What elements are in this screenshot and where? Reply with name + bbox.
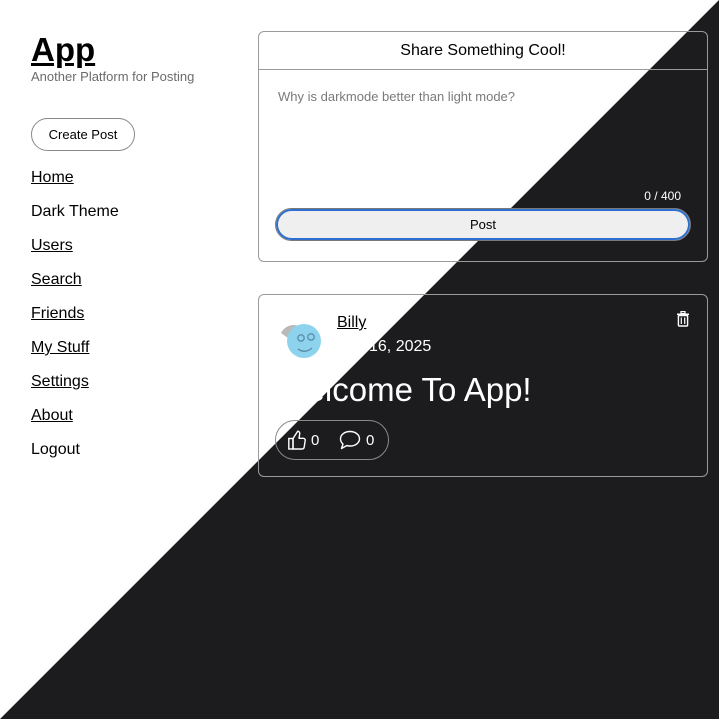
post-date: Mar 16, 2025 xyxy=(337,338,432,355)
post-text-input[interactable]: Why is darkmode better than light mode? xyxy=(278,89,515,104)
post-author-link[interactable]: Billy xyxy=(337,314,366,332)
like-count: 0 xyxy=(311,431,320,449)
post-card: Billy Mar 16, 2025 Welcome To App! 0 0 xyxy=(258,294,708,477)
comment-count: 0 xyxy=(366,431,375,449)
post-composer: Share Something Cool! Why is darkmode be… xyxy=(258,31,708,262)
post-button[interactable]: Post xyxy=(275,208,691,241)
avatar[interactable] xyxy=(277,321,323,361)
composer-header: Share Something Cool! xyxy=(259,32,707,70)
sidebar-item-dark-theme[interactable]: Dark Theme xyxy=(31,202,119,236)
sidebar-item-logout[interactable]: Logout xyxy=(31,440,119,474)
comment-icon xyxy=(339,430,361,450)
sidebar-item-users[interactable]: Users xyxy=(31,236,119,270)
app-subtitle: Another Platform for Posting xyxy=(31,69,195,84)
sidebar-item-home[interactable]: Home xyxy=(31,168,119,202)
app-title[interactable]: App xyxy=(31,30,95,70)
sidebar-nav: Home Dark Theme Users Search Friends My … xyxy=(31,168,119,474)
character-counter: 0 / 400 xyxy=(644,189,681,203)
comment-button[interactable]: 0 xyxy=(339,429,374,451)
post-reactions: 0 0 xyxy=(275,420,389,460)
app-layout: App Another Platform for Posting Create … xyxy=(0,0,719,719)
sidebar-item-search[interactable]: Search xyxy=(31,270,119,304)
sidebar-item-about[interactable]: About xyxy=(31,406,119,440)
sidebar-item-my-stuff[interactable]: My Stuff xyxy=(31,338,119,372)
thumbs-up-icon xyxy=(288,430,306,450)
create-post-button[interactable]: Create Post xyxy=(31,118,135,151)
sidebar-item-settings[interactable]: Settings xyxy=(31,372,119,406)
post-title: Welcome To App! xyxy=(276,371,532,408)
like-button[interactable]: 0 xyxy=(288,429,319,451)
trash-icon[interactable] xyxy=(676,311,690,327)
sidebar-item-friends[interactable]: Friends xyxy=(31,304,119,338)
